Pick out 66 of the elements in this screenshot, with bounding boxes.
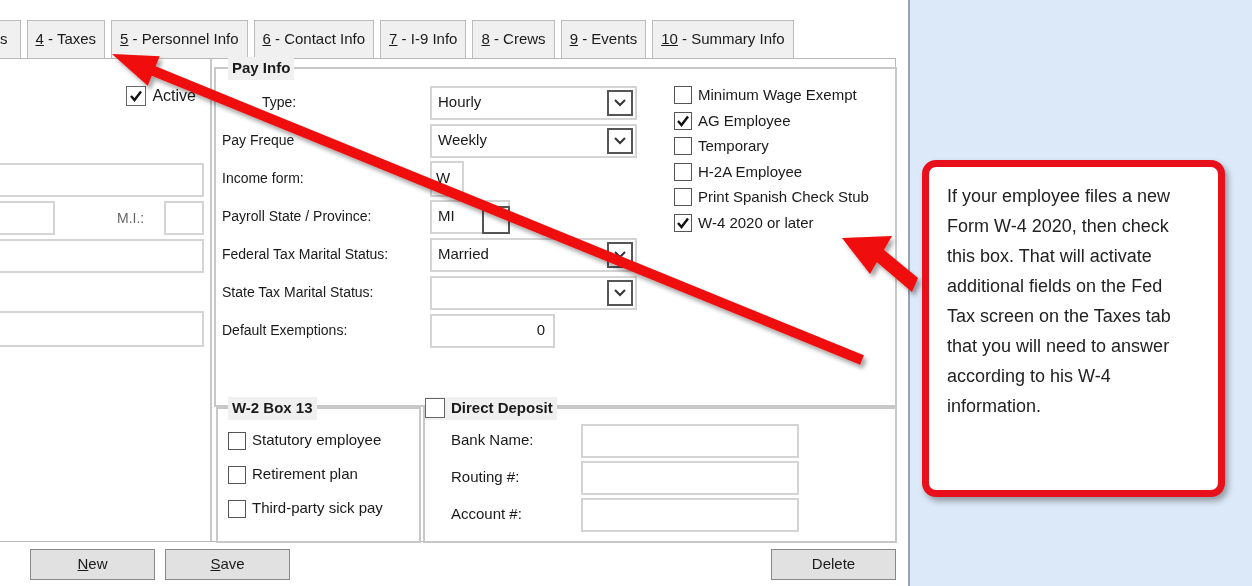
field-label: Routing #: [451,467,521,488]
text-field[interactable] [0,239,204,273]
check-icon [129,89,144,103]
checkbox[interactable] [228,499,246,518]
field-label: Payroll State / Province: [222,209,372,224]
check-icon [676,113,690,128]
field-label: Default Exemptions: [222,323,348,338]
field-label: Account #: [451,504,523,525]
dropdown-caret-icon[interactable] [607,127,633,154]
group-title: Pay Info [228,57,295,80]
field-label: Pay Freque [222,133,295,148]
checkbox-label: Minimum Wage Exempt [698,85,857,105]
tab[interactable]: 8 - Crews [472,20,555,58]
text-field[interactable] [0,163,204,197]
checkbox[interactable] [228,431,246,450]
group-title: W-2 Box 13 [228,397,317,420]
text-field[interactable] [164,201,204,235]
checkbox[interactable] [674,162,692,181]
checkbox[interactable] [674,137,692,156]
text-field[interactable] [581,423,799,458]
text-field[interactable] [0,311,204,347]
checkbox[interactable] [674,213,692,232]
field-label: Income form: [222,171,304,186]
checkbox[interactable] [674,188,692,207]
dropdown-caret-icon[interactable] [607,279,633,306]
checkbox-label: Print Spanish Check Stub [698,187,869,207]
tab[interactable]: 4 - Taxes [26,20,106,58]
tab[interactable]: 9 - Events [560,20,647,58]
button[interactable]: New [30,549,155,580]
field-label: Type: [262,95,297,110]
checkbox-label: Third-party sick pay [252,498,383,519]
button[interactable]: Delete [771,549,896,580]
number-field[interactable]: 0 [430,313,555,348]
text-field[interactable] [581,460,799,495]
group-title: Direct Deposit [451,398,553,418]
button[interactable]: Save [165,549,290,580]
checkbox-label: Active [152,86,196,106]
dropdown[interactable]: Hourly [430,85,637,120]
tab[interactable]: 10 - Summary Info [652,20,794,58]
field-label: Federal Tax Marital Status: [222,247,389,262]
checkbox-label: Retirement plan [252,464,358,485]
checkbox[interactable] [674,86,692,105]
checkbox-label: AG Employee [698,110,791,131]
field-label: State Tax Marital Status: [222,285,374,300]
checkbox-label: W-4 2020 or later [698,212,814,233]
dropdown[interactable] [430,275,637,310]
checkbox[interactable] [126,86,147,106]
check-icon [676,215,690,230]
dropdown-caret-icon[interactable] [607,241,633,268]
text-field[interactable] [581,497,799,532]
checkbox[interactable] [425,398,445,419]
checkbox-label: H-2A Employee [698,161,803,182]
text-field[interactable] [0,201,55,235]
dropdown[interactable]: Weekly [430,123,637,158]
dropdown-caret-icon[interactable] [607,89,633,116]
checkbox[interactable] [228,465,246,484]
checkbox-label: Temporary [698,136,769,156]
tab[interactable]: 6 - Contact Info [253,20,375,58]
checkbox-label: Statutory employee [252,430,382,451]
checkbox[interactable] [674,111,692,130]
tab[interactable]: s [0,20,21,58]
tab[interactable]: 5 - Personnel Info [111,20,248,58]
callout-text: If your employee files a new Form W-4 2020, then check this box. That will activate additional fields on the Fed Tax screen on the Taxes tab that you will need to answer according to his W-4 information. [947,185,1172,418]
field-label: M.I.: [117,208,145,228]
field-label: Bank Name: [451,430,535,451]
tab[interactable]: 7 - I-9 Info [380,20,467,58]
